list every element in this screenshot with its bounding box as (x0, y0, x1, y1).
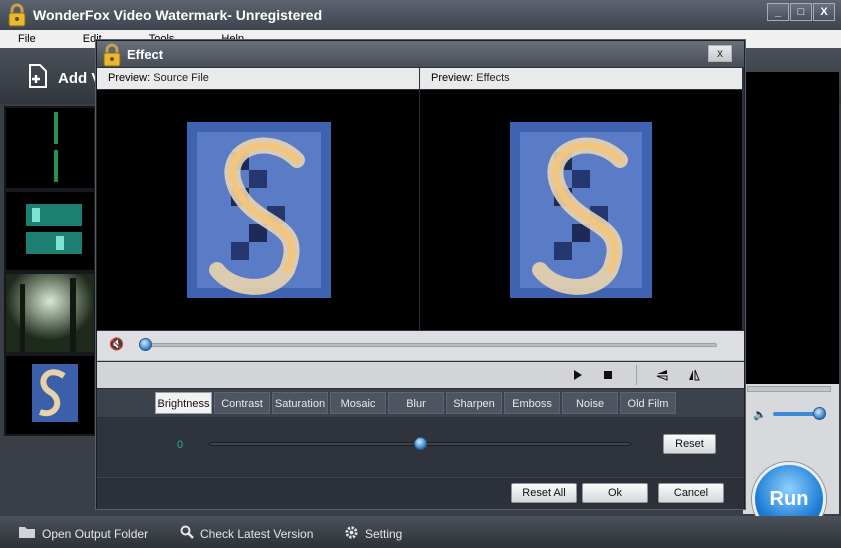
video-thumbnail[interactable] (6, 274, 94, 352)
status-bar: Open Output Folder Check Latest Version … (0, 516, 841, 548)
menu-file[interactable]: File (18, 30, 36, 48)
dialog-footer: Reset All Ok Cancel (97, 477, 744, 509)
folder-icon (18, 525, 36, 542)
main-progress-track[interactable] (747, 386, 831, 392)
brightness-value: 0 (177, 439, 184, 451)
dialog-title: Effect (127, 47, 164, 62)
tab-noise[interactable]: Noise (562, 392, 618, 414)
lock-icon (101, 43, 123, 70)
tab-emboss[interactable]: Emboss (504, 392, 560, 414)
tab-brightness[interactable]: Brightness (155, 392, 212, 414)
effect-dialog: Effect x Preview: Source File Preview: E… (96, 40, 745, 509)
tab-contrast[interactable]: Contrast (214, 392, 270, 414)
setting-button[interactable]: Setting (344, 525, 402, 543)
search-icon (180, 525, 194, 542)
volume-icon[interactable]: 🔈 (753, 408, 767, 421)
volume-slider-knob[interactable] (813, 407, 826, 420)
reset-all-button[interactable]: Reset All (511, 483, 577, 503)
effect-tabs: Brightness Contrast Saturation Mosaic Bl… (97, 389, 744, 417)
tab-old-film[interactable]: Old Film (620, 392, 676, 414)
window-controls: _ □ X (767, 3, 835, 21)
cancel-button[interactable]: Cancel (658, 483, 724, 503)
maximize-button[interactable]: □ (790, 3, 812, 21)
seek-bar-area: 🔇 (97, 331, 744, 361)
gear-icon (344, 525, 359, 543)
playback-controls (97, 362, 744, 388)
tab-blur[interactable]: Blur (388, 392, 444, 414)
toolbar-divider (636, 365, 637, 385)
preview-source-name: Source File (153, 72, 209, 84)
effects-preview-pane (420, 90, 742, 330)
brightness-slider-knob[interactable] (414, 437, 427, 450)
tab-sharpen[interactable]: Sharpen (446, 392, 502, 414)
video-thumbnail[interactable] (6, 192, 94, 270)
play-icon[interactable] (569, 367, 585, 383)
effect-adjust-area: 0 Reset (97, 418, 744, 476)
video-list[interactable] (4, 106, 96, 436)
tab-saturation[interactable]: Saturation (272, 392, 328, 414)
preview-source-prefix: Preview: (108, 72, 151, 84)
add-video-label: Add V (58, 69, 102, 87)
check-latest-version-label: Check Latest Version (200, 526, 314, 541)
reset-button[interactable]: Reset (663, 434, 716, 454)
tab-mosaic[interactable]: Mosaic (330, 392, 386, 414)
source-preview-pane (97, 90, 419, 330)
mute-icon[interactable]: 🔇 (109, 337, 124, 351)
preview-effects-prefix: Preview: (431, 72, 474, 84)
app-title: WonderFox Video Watermark- Unregistered (33, 7, 323, 23)
close-button[interactable]: X (813, 3, 835, 21)
preview-effects-header: Preview: Effects (420, 68, 742, 89)
video-thumbnail[interactable] (6, 108, 94, 188)
source-preview-image (187, 122, 331, 298)
flip-horizontal-icon[interactable] (686, 367, 702, 383)
seek-slider[interactable] (141, 343, 717, 347)
video-thumbnail[interactable] (6, 356, 94, 434)
ok-button[interactable]: Ok (582, 483, 648, 503)
stop-icon[interactable] (600, 367, 616, 383)
seek-slider-knob[interactable] (139, 338, 152, 351)
setting-label: Setting (365, 527, 403, 541)
dialog-title-bar[interactable]: Effect x (97, 41, 744, 67)
lock-icon (6, 3, 28, 30)
main-title-bar: WonderFox Video Watermark- Unregistered … (0, 0, 841, 30)
add-file-icon (26, 63, 50, 93)
open-output-folder-label: Open Output Folder (42, 526, 149, 541)
main-preview-panel (743, 72, 839, 384)
check-latest-version-button[interactable]: Check Latest Version (180, 525, 313, 542)
preview-source-header: Preview: Source File (97, 68, 419, 89)
open-output-folder-button[interactable]: Open Output Folder (18, 525, 148, 542)
minimize-button[interactable]: _ (767, 3, 789, 21)
effects-preview-image (510, 122, 652, 298)
dialog-close-button[interactable]: x (708, 45, 732, 62)
preview-effects-name: Effects (476, 72, 510, 84)
add-video-button[interactable]: Add V (26, 63, 101, 93)
flip-vertical-icon[interactable] (654, 367, 670, 383)
